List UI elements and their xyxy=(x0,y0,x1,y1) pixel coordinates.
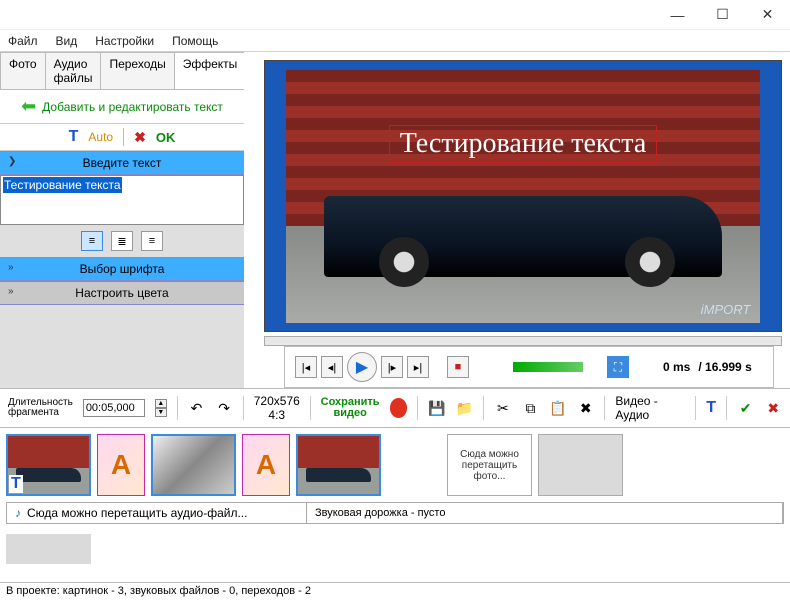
divider xyxy=(123,128,124,146)
section-font-label: Выбор шрифта xyxy=(80,262,165,276)
volume-slider[interactable] xyxy=(513,362,583,372)
delete-button[interactable]: ✖ xyxy=(577,398,595,418)
tab-audio[interactable]: Аудио файлы xyxy=(45,52,101,89)
text-input[interactable]: Тестирование текста xyxy=(0,175,244,225)
video-audio-label: Видео - Аудио xyxy=(615,394,685,422)
minimize-button[interactable]: — xyxy=(655,0,700,30)
clip-2[interactable] xyxy=(151,434,236,496)
panel-title-row: ⬅ Добавить и редактировать текст xyxy=(0,90,244,123)
play-button[interactable]: ▶ xyxy=(347,352,377,382)
transition-1[interactable]: A xyxy=(97,434,145,496)
drop-audio-label: Сюда можно перетащить аудио-файл... xyxy=(27,506,247,520)
text-toolbar: T Auto ✖ OK xyxy=(0,123,244,151)
cut-button[interactable]: ✂ xyxy=(494,398,512,418)
open-icon[interactable]: 📁 xyxy=(456,398,474,418)
sidebar-tabs: Фото Аудио файлы Переходы Эффекты xyxy=(0,52,244,90)
text-overlay[interactable]: Тестирование текста xyxy=(389,125,658,163)
clip-3[interactable] xyxy=(296,434,381,496)
maximize-button[interactable]: ☐ xyxy=(700,0,745,30)
goto-end-button[interactable]: ▸| xyxy=(407,356,429,378)
section-enter-text-label: Введите текст xyxy=(83,156,162,170)
align-left-button[interactable]: ≡ xyxy=(81,231,103,251)
expand-icon: » xyxy=(8,286,14,297)
close-button[interactable]: ✕ xyxy=(745,0,790,30)
text-input-value: Тестирование текста xyxy=(3,177,122,193)
empty-slot[interactable] xyxy=(538,434,623,496)
stop-button[interactable]: ■ xyxy=(447,356,469,378)
status-bar: В проекте: картинок - 3, звуковых файлов… xyxy=(0,582,790,600)
resolution-label: 720x5764:3 xyxy=(254,394,300,422)
seekbar[interactable] xyxy=(264,336,782,346)
section-colors[interactable]: » Настроить цвета xyxy=(0,281,244,305)
save-icon[interactable]: 💾 xyxy=(428,398,446,418)
next-frame-button[interactable]: |▸ xyxy=(381,356,403,378)
audio-track-row: ♪ Сюда можно перетащить аудио-файл... Зв… xyxy=(6,502,784,524)
save-video-button[interactable]: Сохранить видео xyxy=(321,397,380,419)
preview-photo: Тестирование текста iMPORT xyxy=(286,69,761,323)
watermark: iMPORT xyxy=(701,302,751,317)
car xyxy=(324,196,723,277)
fullscreen-button[interactable]: ⛶ xyxy=(607,356,629,378)
text-badge-icon: T xyxy=(9,475,23,493)
auto-button[interactable]: Auto xyxy=(88,130,113,144)
collapse-icon: ❯ xyxy=(8,156,16,167)
cancel-button[interactable]: ✖ xyxy=(134,129,146,146)
titlebar: — ☐ ✕ xyxy=(0,0,790,30)
music-note-icon: ♪ xyxy=(15,506,21,520)
preview-canvas[interactable]: Тестирование текста iMPORT xyxy=(264,60,782,332)
duration-label: Длительность фрагмента xyxy=(8,398,73,418)
text-input-wrap: Тестирование текста xyxy=(0,175,244,225)
menu-view[interactable]: Вид xyxy=(56,34,78,48)
empty-thumbnail[interactable] xyxy=(6,534,91,564)
drop-photo-slot[interactable]: Сюда можно перетащить фото... xyxy=(447,434,532,496)
wheel-icon xyxy=(625,237,675,287)
duration-spinner[interactable]: ▲▼ xyxy=(155,399,167,417)
section-enter-text[interactable]: ❯ Введите текст xyxy=(0,151,244,175)
controls-wrap: |◂ ◂| ▶ |▸ ▸| ■ ⛶ 0 ms / 16.999 s xyxy=(264,336,782,388)
rotate-left-button[interactable]: ↶ xyxy=(188,398,206,418)
duration-input[interactable] xyxy=(83,399,145,417)
section-colors-label: Настроить цвета xyxy=(75,286,168,300)
menu-help[interactable]: Помощь xyxy=(172,34,218,48)
tab-effects[interactable]: Эффекты xyxy=(174,52,247,89)
align-row: ≡ ≣ ≡ xyxy=(0,225,244,257)
text-effect-button[interactable]: T xyxy=(706,399,716,417)
playback-controls: |◂ ◂| ▶ |▸ ▸| ■ ⛶ 0 ms / 16.999 s xyxy=(284,346,774,388)
menu-file[interactable]: Файл xyxy=(8,34,38,48)
ok-button[interactable]: OK xyxy=(156,130,176,145)
preview-area: Тестирование текста iMPORT |◂ ◂| ▶ |▸ ▸|… xyxy=(244,52,790,388)
reject-button[interactable]: ✖ xyxy=(764,398,782,418)
drop-audio-slot[interactable]: ♪ Сюда можно перетащить аудио-файл... xyxy=(7,503,307,523)
paste-button[interactable]: 📋 xyxy=(549,398,567,418)
options-bar: Длительность фрагмента ▲▼ ↶ ↷ 720x5764:3… xyxy=(0,388,790,428)
transition-2[interactable]: A xyxy=(242,434,290,496)
back-arrow-icon[interactable]: ⬅ xyxy=(21,96,36,117)
sidebar: Фото Аудио файлы Переходы Эффекты ⬅ Доба… xyxy=(0,52,244,388)
align-center-button[interactable]: ≣ xyxy=(111,231,133,251)
section-font[interactable]: » Выбор шрифта xyxy=(0,257,244,281)
prev-frame-button[interactable]: ◂| xyxy=(321,356,343,378)
menubar: Файл Вид Настройки Помощь xyxy=(0,30,790,52)
time-current: 0 ms xyxy=(663,360,690,374)
rotate-right-button[interactable]: ↷ xyxy=(215,398,233,418)
panel-title: Добавить и редактировать текст xyxy=(42,100,223,114)
menu-settings[interactable]: Настройки xyxy=(95,34,154,48)
tab-photo[interactable]: Фото xyxy=(0,52,45,89)
text-tool-icon[interactable]: T xyxy=(69,128,79,146)
copy-button[interactable]: ⧉ xyxy=(522,398,540,418)
clip-1[interactable]: T xyxy=(6,434,91,496)
goto-start-button[interactable]: |◂ xyxy=(295,356,317,378)
time-total: / 16.999 s xyxy=(698,360,751,374)
record-button[interactable] xyxy=(390,398,408,418)
tab-transitions[interactable]: Переходы xyxy=(100,52,173,89)
audio-track-status[interactable]: Звуковая дорожка - пусто xyxy=(307,503,783,523)
expand-icon: » xyxy=(8,262,14,273)
apply-button[interactable]: ✔ xyxy=(737,398,755,418)
timeline[interactable]: T A A Сюда можно перетащить фото... xyxy=(0,428,790,502)
align-right-button[interactable]: ≡ xyxy=(141,231,163,251)
